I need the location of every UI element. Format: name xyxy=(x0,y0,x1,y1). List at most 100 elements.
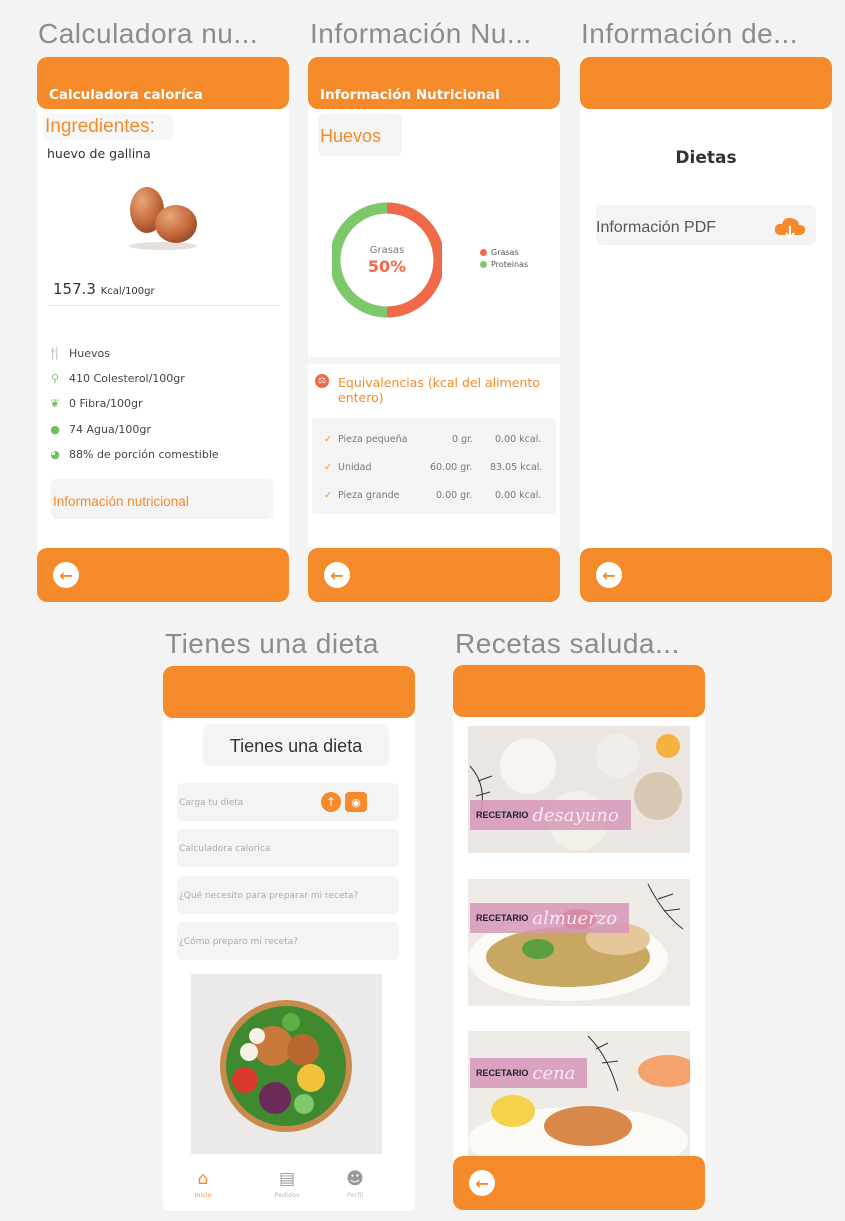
scale-icon: ⚖ xyxy=(315,374,329,388)
nutrition-info-button[interactable]: Información nutricional xyxy=(51,479,273,519)
kcal-value: 157.3 xyxy=(53,280,96,298)
list-item-label: 74 Agua/100gr xyxy=(69,423,151,436)
row-kcal: 0.00 kcal. xyxy=(495,490,542,501)
kcal-readout: 157.3 Kcal/100gr xyxy=(53,280,155,298)
diet-screen: Tienes una dieta Carga tu dieta ↑ ◉ Calc… xyxy=(163,666,415,1211)
food-name: Huevos xyxy=(320,126,382,146)
salad-bowl-image xyxy=(191,974,382,1154)
diet-header xyxy=(163,666,415,718)
arrow-left-icon: ← xyxy=(602,565,616,585)
recipe-name: desayuno xyxy=(532,804,619,826)
lunch-image xyxy=(468,879,690,1006)
nav-profile[interactable]: ☻ Perfil xyxy=(325,1169,385,1199)
back-button[interactable]: ← xyxy=(596,562,622,588)
frame-title-diet: Tienes una dieta xyxy=(165,628,379,659)
donut-legend: Grasas Proteinas xyxy=(480,248,528,269)
upload-icon[interactable]: ↑ xyxy=(321,792,341,812)
recipe-tag: RECETARIO cena xyxy=(470,1058,588,1088)
diet-title-chip: Tienes una dieta xyxy=(203,724,389,766)
recipe-needs-label: ¿Qué necesito para preparar mi receta? xyxy=(179,891,359,901)
row-grams: 60.00 gr. xyxy=(430,462,473,473)
equiv-card: ⚖ Equivalencias (kcal del alimento enter… xyxy=(308,364,560,547)
food-chip: Huevos xyxy=(318,114,402,156)
recipe-card-dinner[interactable]: RECETARIO cena xyxy=(468,1031,690,1158)
frame-title-calc: Calculadora nu... xyxy=(38,18,259,49)
back-button[interactable]: ← xyxy=(324,562,350,588)
equiv-table: ✓ Pieza pequeña 0 gr. 0.00 kcal. ✓ Unida… xyxy=(312,418,556,514)
nutrition-info-label: Información nutricional xyxy=(53,494,189,509)
list-item-label: 410 Colesterol/100gr xyxy=(69,372,185,385)
divider xyxy=(49,305,279,306)
row-name: Pieza grande xyxy=(338,490,400,501)
calc-header: Calculadora caloríca xyxy=(37,57,289,109)
nav-orders-label: Pedidos xyxy=(274,1191,300,1199)
upload-diet-label: Carga tu dieta xyxy=(179,798,244,808)
leaf-icon: ❦ xyxy=(50,397,60,410)
arrow-left-icon: ← xyxy=(475,1173,489,1193)
egg-image xyxy=(129,187,197,250)
fork-knife-icon: 🍴 xyxy=(48,347,62,360)
list-item-label: 88% de porción comestible xyxy=(69,448,219,461)
kcal-unit: Kcal/100gr xyxy=(100,286,155,297)
row-name: Pieza pequeña xyxy=(338,434,408,445)
arrow-left-icon: ← xyxy=(330,565,344,585)
equiv-title: Equivalencias (kcal del alimento entero) xyxy=(338,375,540,405)
check-icon: ✓ xyxy=(324,462,332,473)
check-icon: ✓ xyxy=(324,490,332,501)
info-footer: ← xyxy=(308,548,560,602)
recipe-card-breakfast[interactable]: RECETARIO desayuno xyxy=(468,726,690,853)
list-item-label: Huevos xyxy=(69,347,110,360)
camera-icon[interactable]: ◉ xyxy=(345,792,367,812)
nav-orders[interactable]: ▤ Pedidos xyxy=(257,1169,317,1199)
legend-label: Grasas xyxy=(491,248,519,257)
nav-home[interactable]: ⌂ Inicio xyxy=(173,1169,233,1199)
breakfast-image xyxy=(468,726,690,853)
recipes-screen: RECETARIO desayuno RECETARIO almuerzo RE… xyxy=(453,665,705,1210)
frame-title-diet-info: Información de... xyxy=(581,18,799,49)
row-grams: 0.00 gr. xyxy=(436,490,473,501)
calc-screen: Calculadora caloríca Ingredientes: huevo… xyxy=(37,57,289,602)
diets-title: Dietas xyxy=(675,148,737,168)
diet-title: Tienes una dieta xyxy=(229,736,363,756)
recipe-card-lunch[interactable]: RECETARIO almuerzo xyxy=(468,879,690,1006)
home-icon: ⌂ xyxy=(197,1169,209,1189)
ingredients-label: Ingredientes: xyxy=(45,116,155,137)
legend-label: Proteinas xyxy=(491,260,529,269)
list-item-portion: ◕ 88% de porción comestible xyxy=(49,448,219,461)
list-item-food: 🍴 Huevos xyxy=(48,347,110,360)
row-kcal: 83.05 kcal. xyxy=(490,462,543,473)
list-item-fiber: ❦ 0 Fibra/100gr xyxy=(49,397,142,410)
recipes-header xyxy=(453,665,705,717)
pdf-info-button[interactable]: Información PDF xyxy=(596,205,816,245)
back-button[interactable]: ← xyxy=(469,1170,495,1196)
arrow-left-icon: ← xyxy=(59,565,73,585)
nav-profile-label: Perfil xyxy=(346,1191,364,1199)
calorie-calculator-field[interactable]: Calculadora calorica xyxy=(177,829,399,867)
legend-swatch xyxy=(480,249,487,256)
info-header: Información Nutricional xyxy=(308,57,560,109)
recipe-word: RECETARIO xyxy=(476,810,529,820)
list-item-water: ● 74 Agua/100gr xyxy=(49,423,151,436)
back-button[interactable]: ← xyxy=(53,562,79,588)
info-screen: Información Nutricional Huevos Grasas 50… xyxy=(308,57,560,602)
upload-diet-field[interactable]: Carga tu dieta ↑ ◉ xyxy=(177,783,399,821)
user-icon: ☻ xyxy=(346,1169,364,1189)
cloud-download-icon xyxy=(774,217,806,240)
calc-header-title: Calculadora caloríca xyxy=(49,87,203,103)
recipe-howto-label: ¿Cómo preparo mi receta? xyxy=(179,937,299,947)
recipe-name: cena xyxy=(532,1062,576,1084)
recipe-needs-field[interactable]: ¿Qué necesito para preparar mi receta? xyxy=(177,876,399,914)
recipe-tag: RECETARIO almuerzo xyxy=(470,903,630,933)
recipe-tag: RECETARIO desayuno xyxy=(470,800,631,830)
list-item-cholesterol: ⚲ 410 Colesterol/100gr xyxy=(49,372,185,385)
molecule-icon: ⚲ xyxy=(50,372,60,385)
donut-chart: Grasas 50% xyxy=(332,202,442,318)
drop-icon: ● xyxy=(50,423,60,436)
diet-info-header xyxy=(580,57,832,109)
ingredient-name: huevo de gallina xyxy=(47,146,151,161)
recipe-howto-field[interactable]: ¿Cómo preparo mi receta? xyxy=(177,922,399,960)
diet-info-screen: Dietas Información PDF ← xyxy=(580,57,832,602)
row-kcal: 0.00 kcal. xyxy=(495,434,542,445)
pie-icon: ◕ xyxy=(50,448,60,461)
recipe-word: RECETARIO xyxy=(476,1068,529,1078)
